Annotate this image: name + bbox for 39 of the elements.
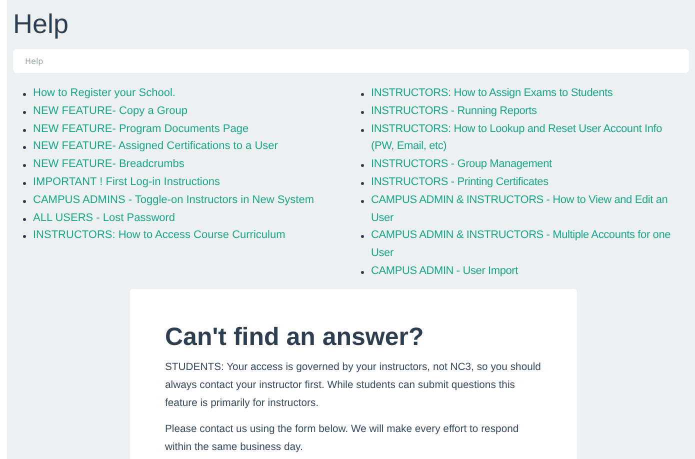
bullet-icon <box>361 200 364 203</box>
bullet-icon <box>23 146 26 150</box>
bullet-icon <box>361 128 364 132</box>
bullet-icon <box>23 93 26 96</box>
bullet-icon <box>361 235 364 238</box>
bullet-icon <box>361 110 364 114</box>
help-link[interactable]: NEW FEATURE- Copy a Group <box>33 102 188 121</box>
help-link[interactable]: NEW FEATURE- Breadcrumbs <box>33 156 184 174</box>
help-link[interactable]: INSTRUCTORS: How to Access Course Curriculum <box>33 227 286 246</box>
help-link[interactable]: INSTRUCTORS - Group Management <box>371 156 552 174</box>
bullet-icon <box>361 164 364 168</box>
help-link[interactable]: CAMPUS ADMIN & INSTRUCTORS - How to View and Edit an User <box>371 192 681 228</box>
help-link[interactable]: INSTRUCTORS: How to Assign Exams to Students <box>371 85 613 103</box>
breadcrumb-item[interactable]: Help <box>25 56 44 66</box>
help-link[interactable]: INSTRUCTORS - Running Reports <box>371 102 537 121</box>
help-link[interactable]: How to Register your School. <box>33 85 176 103</box>
help-link[interactable]: ALL USERS - Lost Password <box>33 210 176 228</box>
page-title: Help <box>13 8 70 40</box>
contact-text: STUDENTS: Your access is governed by your instructors, not NC3, so you should always contact your instructor first. While students can submit questions this feature is primarily for instructors. <box>165 360 542 411</box>
help-link[interactable]: CAMPUS ADMIN - User Import <box>371 262 518 281</box>
contact-heading: Can't find an answer? <box>165 322 425 353</box>
help-link[interactable]: CAMPUS ADMINS - Toggle-on Instructors in New System <box>33 192 314 210</box>
bullet-icon <box>23 182 26 185</box>
help-link[interactable]: CAMPUS ADMIN & INSTRUCTORS - Multiple Accounts for one User <box>371 227 681 263</box>
help-link[interactable]: NEW FEATURE- Assigned Certifications to a User <box>33 138 278 156</box>
bullet-icon <box>23 235 26 238</box>
bullet-icon <box>23 218 26 221</box>
contact-text: Please contact us using the form below. We will make every effort to respond within the same business day. <box>165 422 520 455</box>
help-link[interactable]: IMPORTANT ! First Log-in Instructions <box>33 174 220 192</box>
bullet-icon <box>23 110 26 114</box>
bullet-icon <box>23 128 26 132</box>
help-link[interactable]: NEW FEATURE- Program Documents Page <box>33 120 249 138</box>
bullet-icon <box>23 164 26 168</box>
bullet-icon <box>361 270 364 274</box>
help-link[interactable]: INSTRUCTORS: How to Lookup and Reset User Account Info (PW, Email, etc) <box>371 120 681 156</box>
help-link[interactable]: INSTRUCTORS - Printing Certificates <box>371 174 548 192</box>
bullet-icon <box>361 182 364 185</box>
bullet-icon <box>23 200 26 203</box>
bullet-icon <box>361 93 364 96</box>
